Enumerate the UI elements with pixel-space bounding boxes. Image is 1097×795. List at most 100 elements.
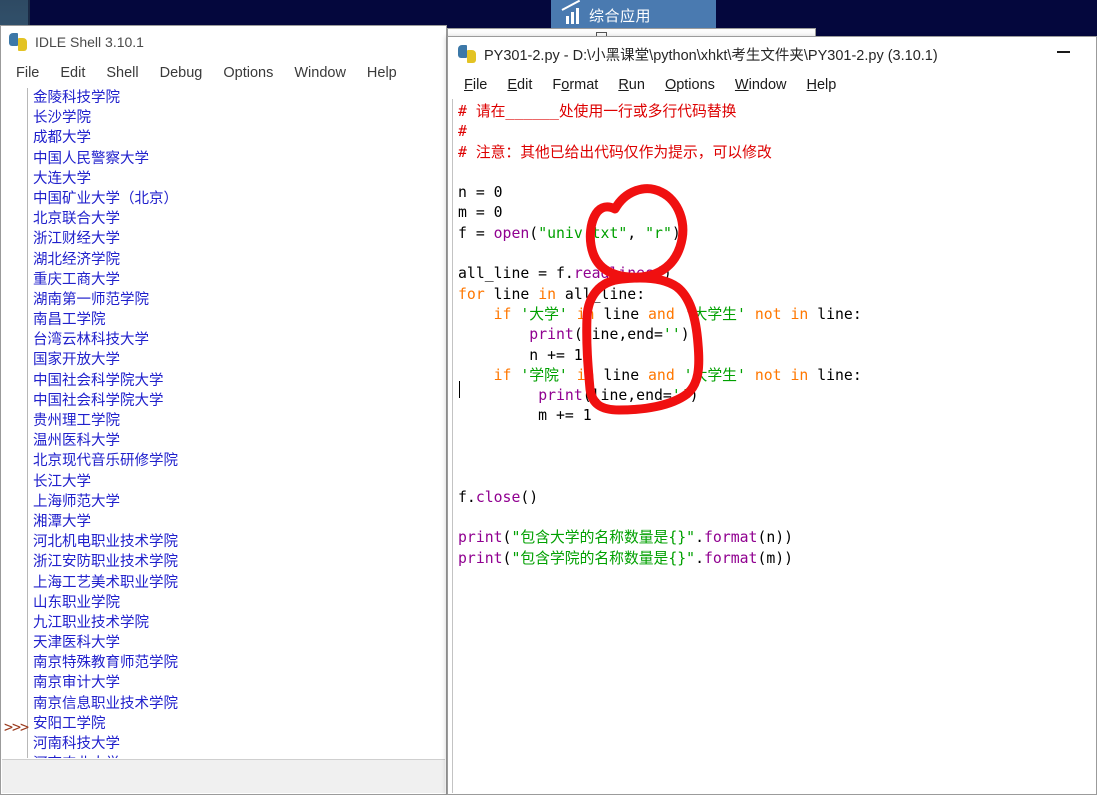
shell-titlebar[interactable]: IDLE Shell 3.10.1 xyxy=(1,26,446,58)
shell-prompt: >>> xyxy=(4,718,29,736)
shell-output-line: 安阳工学院 xyxy=(33,715,106,732)
code-line: m += 1 xyxy=(458,407,592,425)
shell-output-line: 北京现代音乐研修学院 xyxy=(33,453,178,470)
shell-menu-edit[interactable]: Edit xyxy=(51,63,94,83)
shell-output-line: 河北机电职业技术学院 xyxy=(33,534,178,551)
editor-menu-format-rest: rmat xyxy=(569,77,599,93)
screen: 综合应用 ⌄ IDLE Shell 3.10.1 File Edit Shell… xyxy=(0,0,1097,795)
code-text: # 请在______处使用一行或多行代码替换 # # 注意：其他已给出代码仅作为提示… xyxy=(458,102,1095,569)
code-line: for line in all_line: xyxy=(458,285,646,303)
code-line: all_line = f.readlines() xyxy=(458,265,672,283)
shell-output-line: 中国社会科学院大学 xyxy=(33,372,164,389)
shell-output-line: 湘潭大学 xyxy=(33,513,91,530)
editor-menu-options-rest: ptions xyxy=(676,77,715,93)
code-gutter-line xyxy=(452,99,453,793)
shell-output-line: 中国人民警察大学 xyxy=(33,150,149,167)
shell-output-line: 贵州理工学院 xyxy=(33,413,120,429)
shell-menu-debug[interactable]: Debug xyxy=(151,63,212,83)
shell-output-line: 九江职业技术学院 xyxy=(33,614,149,631)
shell-output-line: 北京联合大学 xyxy=(33,211,120,228)
shell-output-line: 重庆工商大学 xyxy=(33,271,120,288)
shell-output-line: 台湾云林科技大学 xyxy=(33,332,149,349)
code-line: print("包含大学的名称数量是{}".format(n)) xyxy=(458,529,794,547)
code-editor-area[interactable]: # 请在______处使用一行或多行代码替换 # # 注意：其他已给出代码仅作为提示… xyxy=(449,99,1095,793)
shell-output-line: 湖南第一师范学院 xyxy=(33,291,149,308)
shell-menu-help[interactable]: Help xyxy=(358,63,406,83)
editor-menu-run[interactable]: Run xyxy=(612,76,651,94)
shell-output-line: 上海工艺美术职业学院 xyxy=(33,574,178,591)
background-app-tab-label: 综合应用 xyxy=(589,7,652,25)
code-line: # xyxy=(458,123,467,141)
editor-title: PY301-2.py - D:\小黑课堂\python\xhkt\考生文件夹\P… xyxy=(484,47,938,64)
shell-output-line: 浙江财经大学 xyxy=(33,231,120,248)
code-line: print(line,end='') xyxy=(538,387,699,405)
minimize-icon[interactable] xyxy=(1057,51,1070,53)
shell-statusbar xyxy=(2,759,445,793)
shell-output-line: 南京审计大学 xyxy=(33,675,120,692)
editor-menu-file-rest: ile xyxy=(472,77,488,93)
code-line: f.close() xyxy=(458,488,539,506)
shell-output-line: 成都大学 xyxy=(33,130,91,147)
python-icon xyxy=(9,33,27,51)
shell-output-line: 上海师范大学 xyxy=(33,493,120,510)
editor-menu-help-rest: elp xyxy=(816,77,837,93)
editor-menu-edit-rest: dit xyxy=(517,77,533,93)
shell-output-line: 湖北经济学院 xyxy=(33,251,120,268)
shell-menu-shell[interactable]: Shell xyxy=(97,63,147,83)
shell-menu-options[interactable]: Options xyxy=(214,63,282,83)
shell-gutter-line xyxy=(27,88,28,758)
shell-output-line: 中国矿业大学（北京） xyxy=(33,190,178,207)
shell-output-line: 金陵科技学院 xyxy=(33,90,120,106)
shell-output-line: 河南科技大学 xyxy=(33,736,120,752)
shell-output-line: 国家开放大学 xyxy=(33,352,120,369)
code-line: if '大学' in line and '大学生' not in line: xyxy=(493,305,862,323)
code-line: f = open("univ.txt", "r") xyxy=(458,224,681,242)
python-icon xyxy=(458,45,476,63)
shell-output-line: 温州医科大学 xyxy=(33,433,120,450)
shell-output-line: 南京特殊教育师范学院 xyxy=(33,655,178,672)
shell-output-line: 河南农业大学 xyxy=(33,754,443,758)
code-line: n += 1 xyxy=(458,346,583,364)
editor-menubar: File Edit Format Run Options Window Help xyxy=(448,71,1096,99)
shell-menubar: File Edit Shell Debug Options Window Hel… xyxy=(1,58,446,88)
shell-output-line: 天津医科大学 xyxy=(33,635,120,652)
idle-shell-window: IDLE Shell 3.10.1 File Edit Shell Debug … xyxy=(0,25,447,795)
editor-menu-help[interactable]: Help xyxy=(801,76,843,94)
shell-output-line: 中国社会科学院大学 xyxy=(33,392,164,409)
shell-output-text: 金陵科技学院 长沙学院成都大学中国人民警察大学 大连大学中国矿业大学（北京） 北京联合… xyxy=(33,88,443,758)
shell-output-line: 长沙学院 xyxy=(33,110,91,127)
editor-menu-window[interactable]: Window xyxy=(729,76,793,94)
code-line: # 注意：其他已给出代码仅作为提示，可以修改 xyxy=(458,143,772,161)
shell-title: IDLE Shell 3.10.1 xyxy=(35,34,144,50)
editor-menu-format[interactable]: Format xyxy=(546,76,604,94)
editor-menu-options[interactable]: Options xyxy=(659,76,721,94)
bar-chart-icon xyxy=(561,0,583,24)
shell-menu-file[interactable]: File xyxy=(7,63,48,83)
code-line: # 请在______处使用一行或多行代码替换 xyxy=(458,103,737,120)
shell-menu-window[interactable]: Window xyxy=(285,63,355,83)
editor-menu-file[interactable]: File xyxy=(458,76,493,94)
shell-output-line: 大连大学 xyxy=(33,170,91,187)
text-caret xyxy=(459,381,460,398)
background-app-tab[interactable]: 综合应用 xyxy=(551,0,716,30)
code-line: m = 0 xyxy=(458,204,503,222)
code-line: if '学院' in line and '大学生' not in line: xyxy=(493,366,862,384)
shell-output-line: 浙江安防职业技术学院 xyxy=(33,554,178,571)
shell-output-area[interactable]: 金陵科技学院 长沙学院成都大学中国人民警察大学 大连大学中国矿业大学（北京） 北京联合… xyxy=(2,88,445,758)
code-line: n = 0 xyxy=(458,184,503,202)
editor-menu-edit[interactable]: Edit xyxy=(501,76,538,94)
editor-menu-run-rest: un xyxy=(628,77,645,93)
shell-output-line: 南京信息职业技术学院 xyxy=(33,695,178,712)
code-line: print("包含学院的名称数量是{}".format(m)) xyxy=(458,549,794,567)
editor-titlebar[interactable]: PY301-2.py - D:\小黑课堂\python\xhkt\考生文件夹\P… xyxy=(448,37,1096,71)
shell-output-line: 南昌工学院 xyxy=(33,312,106,329)
shell-output-line: 长江大学 xyxy=(33,473,91,490)
shell-output-line: 山东职业学院 xyxy=(33,594,120,611)
editor-menu-window-rest: indow xyxy=(748,77,787,93)
